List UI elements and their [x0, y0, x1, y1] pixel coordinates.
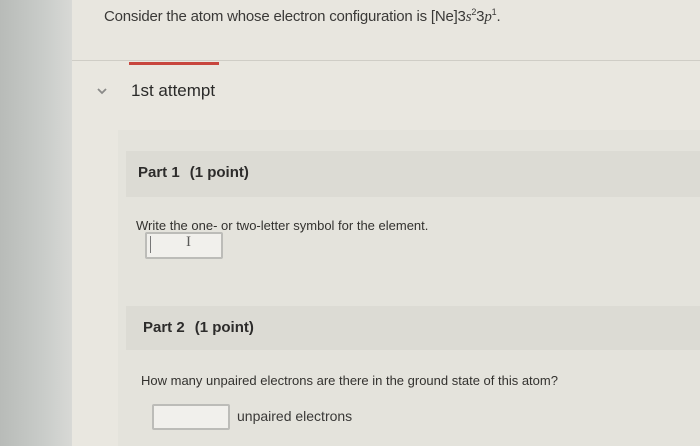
- chevron-down-icon[interactable]: [96, 85, 108, 97]
- text-caret: [150, 236, 151, 253]
- part1-title: Part 1 (1 point): [138, 164, 249, 181]
- part1-points: (1 point): [189, 164, 249, 181]
- ibeam-cursor-icon: I: [186, 234, 191, 250]
- part2-points: (1 point): [194, 319, 254, 336]
- attempt-accent-underline: [129, 62, 219, 65]
- header-divider: [72, 60, 700, 61]
- part2-title: Part 2 (1 point): [143, 319, 254, 336]
- left-margin-bar: [0, 0, 72, 446]
- attempt-label[interactable]: 1st attempt: [131, 81, 215, 101]
- question-text: Consider the atom whose electron configu…: [104, 7, 501, 25]
- unpaired-electrons-input[interactable]: [152, 404, 230, 430]
- element-symbol-input[interactable]: [145, 232, 223, 259]
- unit-label: unpaired electrons: [237, 408, 353, 424]
- part1-prompt: Write the one- or two-letter symbol for …: [136, 218, 429, 233]
- part2-prompt: How many unpaired electrons are there in…: [141, 373, 558, 388]
